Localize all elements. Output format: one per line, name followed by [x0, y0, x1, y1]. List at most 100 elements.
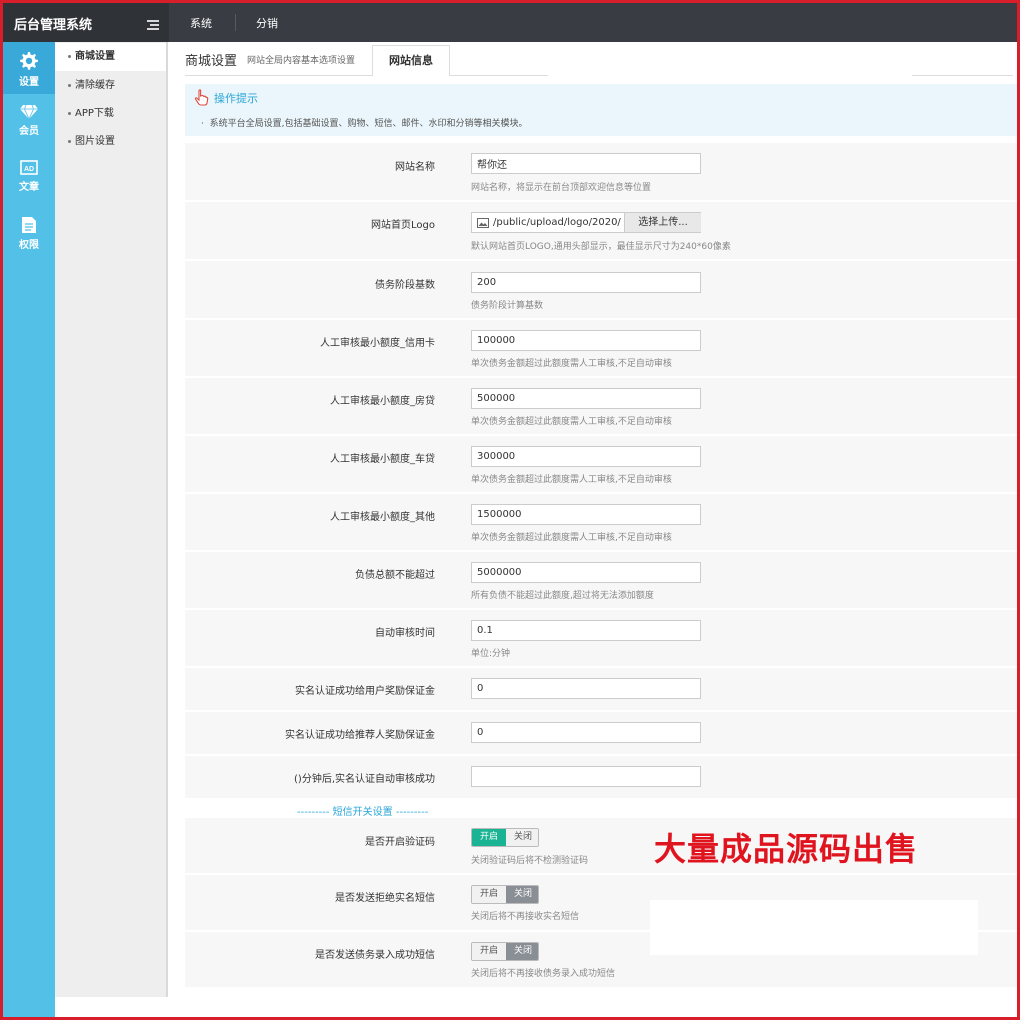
topnav-item-distribution[interactable]: 分销	[256, 15, 278, 31]
diamond-icon	[20, 104, 38, 120]
field-label: 自动审核时间	[375, 628, 435, 639]
image-icon	[477, 218, 489, 228]
field-label: 实名认证成功给用户奖励保证金	[295, 686, 435, 697]
field-hint: 单位:分钟	[471, 649, 511, 659]
debt-sms-toggle[interactable]: 开启 关闭	[471, 942, 539, 961]
form-row-min-other: 人工审核最小额度_其他 单次债务金额超过此额度需人工审核,不足自动审核	[185, 494, 1017, 551]
form-row-ref-bonus: 实名认证成功给推荐人奖励保证金	[185, 712, 1017, 755]
total-debt-input[interactable]	[471, 562, 701, 583]
top-nav: 系统 分销	[169, 3, 1017, 42]
tab-site-info[interactable]: 网站信息	[372, 45, 450, 76]
iconbar-label: 设置	[19, 77, 39, 88]
form-row-site-name: 网站名称 网站名称，将显示在前台顶部欢迎信息等位置	[185, 143, 1017, 201]
min-house-input[interactable]	[471, 388, 701, 409]
toggle-off-option[interactable]: 关闭	[506, 829, 538, 846]
field-hint: 单次债务金额超过此额度需人工审核,不足自动审核	[471, 533, 672, 543]
field-label: 人工审核最小额度_车贷	[330, 454, 435, 465]
topnav-item-system[interactable]: 系统	[190, 15, 212, 31]
form-row-logo: 网站首页Logo /public/upload/logo/2020/0 选择上传…	[185, 202, 1017, 260]
sub-sidebar: 商城设置 清除缓存 APP下载 图片设置	[55, 42, 168, 997]
operation-tip: 操作提示 · 系统平台全局设置,包括基础设置、购物、短信、邮件、水印和分销等相关…	[185, 84, 1017, 136]
page-subtitle: 网站全局内容基本选项设置	[247, 56, 356, 66]
subnav-label: 图片设置	[75, 136, 115, 147]
promo-overlay-text: 大量成品源码出售	[654, 830, 919, 868]
field-label: 网站名称	[395, 162, 435, 173]
form-row-min-credit: 人工审核最小额度_信用卡 单次债务金额超过此额度需人工审核,不足自动审核	[185, 320, 1017, 377]
form-row-min-house: 人工审核最小额度_房贷 单次债务金额超过此额度需人工审核,不足自动审核	[185, 378, 1017, 435]
field-label: 实名认证成功给推荐人奖励保证金	[285, 730, 435, 741]
field-label: 是否发送拒绝实名短信	[335, 893, 435, 904]
iconbar-item-permissions[interactable]: 权限	[3, 216, 55, 260]
field-label: 人工审核最小额度_信用卡	[320, 338, 435, 349]
hand-pointer-icon	[194, 89, 209, 106]
subnav-label: 商城设置	[75, 51, 115, 62]
field-label: 负债总额不能超过	[355, 570, 435, 581]
form-row-auto-time: 自动审核时间 单位:分钟	[185, 610, 1017, 667]
field-hint: 关闭验证码后将不检测验证码	[471, 856, 589, 866]
ref-bonus-input[interactable]	[471, 722, 701, 743]
toggle-on-option[interactable]: 开启	[472, 829, 506, 846]
field-label: 是否发送债务录入成功短信	[315, 950, 435, 961]
reject-sms-toggle[interactable]: 开启 关闭	[471, 885, 539, 904]
icon-sidebar: 设置 会员 AD 文章 权限	[3, 42, 55, 1017]
gear-icon	[20, 52, 38, 70]
min-other-input[interactable]	[471, 504, 701, 525]
field-label: 人工审核最小额度_其他	[330, 512, 435, 523]
min-credit-input[interactable]	[471, 330, 701, 351]
app-title: 后台管理系统	[14, 18, 93, 33]
min-car-input[interactable]	[471, 446, 701, 467]
bullet-icon	[68, 111, 71, 115]
field-hint: 所有负债不能超过此额度,超过将无法添加额度	[471, 591, 654, 601]
bullet-icon	[68, 83, 71, 87]
form-row-user-bonus: 实名认证成功给用户奖励保证金	[185, 668, 1017, 711]
field-hint: 关闭后将不再接收债务录入成功短信	[471, 969, 616, 979]
iconbar-label: 权限	[19, 240, 39, 251]
toggle-off-option[interactable]: 关闭	[506, 943, 538, 960]
topnav-divider	[235, 14, 236, 31]
tip-title: 操作提示	[214, 92, 258, 105]
form-row-total-debt: 负债总额不能超过 所有负债不能超过此额度,超过将无法添加额度	[185, 552, 1017, 609]
debt-stage-input[interactable]	[471, 272, 701, 293]
subnav-label: APP下载	[75, 108, 114, 119]
toggle-off-option[interactable]: 关闭	[506, 886, 538, 903]
auto-minutes-input[interactable]	[471, 766, 701, 787]
logo-path: /public/upload/logo/2020/0	[493, 217, 621, 228]
form-row-min-car: 人工审核最小额度_车贷 单次债务金额超过此额度需人工审核,不足自动审核	[185, 436, 1017, 493]
bullet-icon	[68, 139, 71, 143]
tip-text: · 系统平台全局设置,包括基础设置、购物、短信、邮件、水印和分销等相关模块。	[201, 119, 528, 129]
field-label: 网站首页Logo	[371, 220, 435, 231]
menu-toggle-icon[interactable]	[147, 20, 159, 30]
top-bar: 后台管理系统 系统 分销	[3, 3, 1017, 42]
field-label: 是否开启验证码	[365, 837, 435, 848]
site-name-input[interactable]	[471, 153, 701, 174]
form-row-debt-stage: 债务阶段基数 债务阶段计算基数	[185, 261, 1017, 319]
logo-file-field[interactable]: /public/upload/logo/2020/0 选择上传...	[471, 212, 701, 233]
toggle-on-option[interactable]: 开启	[472, 943, 506, 960]
captcha-toggle[interactable]: 开启 关闭	[471, 828, 539, 847]
bullet-icon	[68, 54, 71, 58]
iconbar-item-settings[interactable]: 设置	[3, 42, 55, 94]
subnav-item-clear-cache[interactable]: 清除缓存	[55, 72, 166, 100]
subnav-item-app-download[interactable]: APP下载	[55, 100, 166, 128]
auto-time-input[interactable]	[471, 620, 701, 641]
field-hint: 单次债务金额超过此额度需人工审核,不足自动审核	[471, 417, 672, 427]
toggle-on-option[interactable]: 开启	[472, 886, 506, 903]
document-icon	[22, 217, 36, 233]
sms-section-divider: --------- 短信开关设置 ---------	[297, 807, 429, 818]
field-label: ()分钟后,实名认证自动审核成功	[294, 774, 435, 785]
subnav-item-mall-settings[interactable]: 商城设置	[55, 43, 166, 71]
iconbar-label: 文章	[19, 182, 39, 193]
field-label: 债务阶段基数	[375, 280, 435, 291]
iconbar-item-members[interactable]: 会员	[3, 104, 55, 148]
tip-text-content: 系统平台全局设置,包括基础设置、购物、短信、邮件、水印和分销等相关模块。	[209, 119, 528, 129]
subnav-item-image-settings[interactable]: 图片设置	[55, 128, 166, 156]
field-hint: 债务阶段计算基数	[471, 301, 544, 311]
upload-button[interactable]: 选择上传...	[624, 213, 701, 232]
field-label: 人工审核最小额度_房贷	[330, 396, 435, 407]
svg-text:AD: AD	[24, 166, 34, 173]
user-bonus-input[interactable]	[471, 678, 701, 699]
form-row-auto-minutes: ()分钟后,实名认证自动审核成功	[185, 756, 1017, 799]
ad-icon: AD	[20, 160, 38, 175]
iconbar-label: 会员	[19, 126, 39, 137]
iconbar-item-articles[interactable]: AD 文章	[3, 160, 55, 204]
